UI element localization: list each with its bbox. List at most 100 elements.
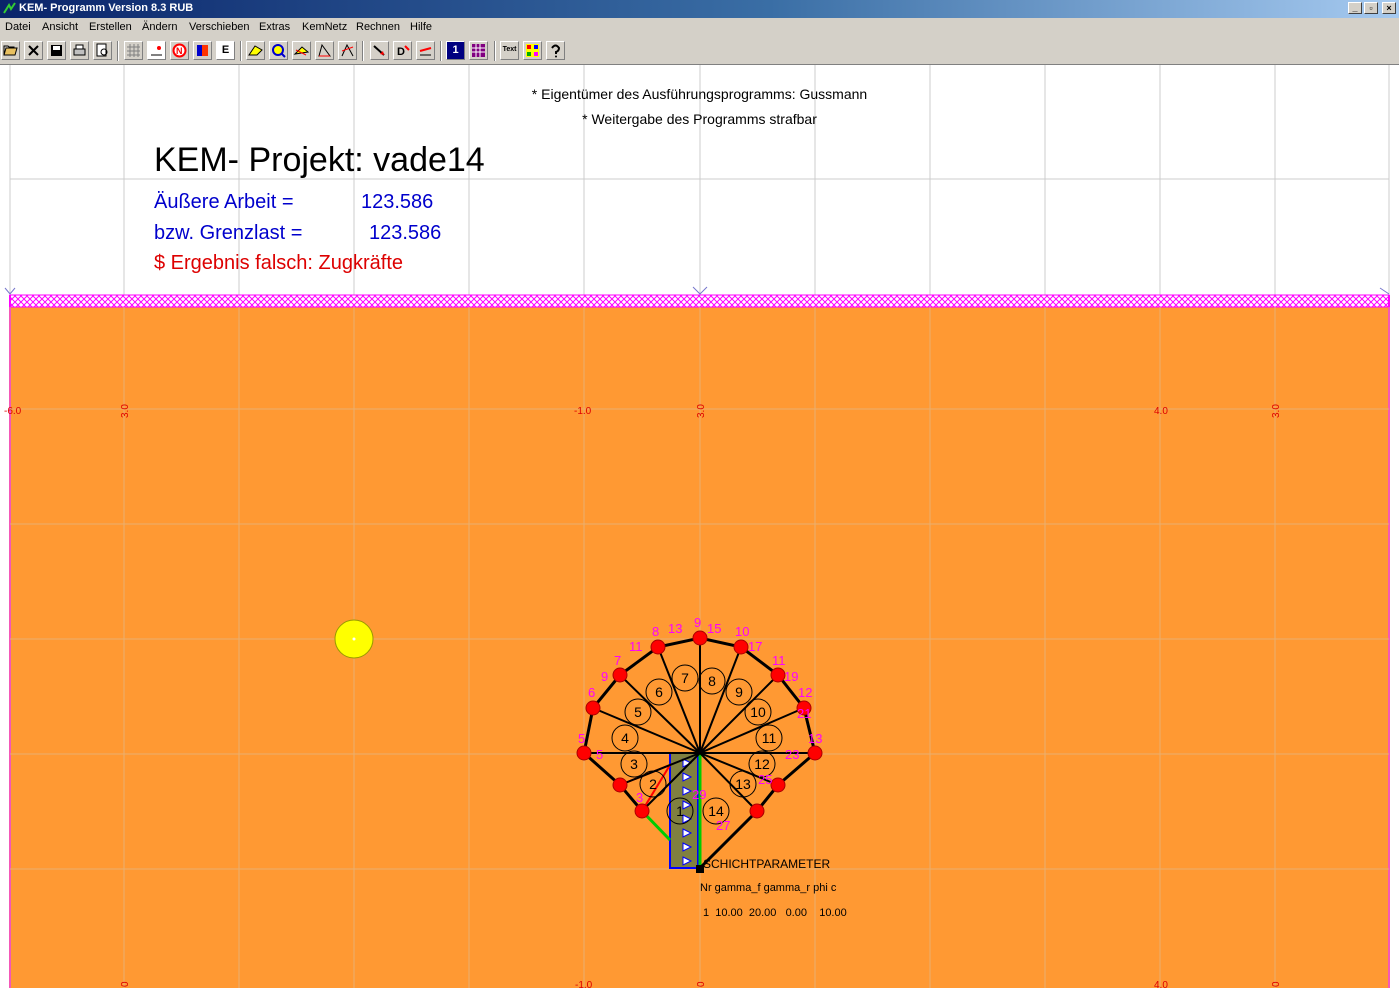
- grid-icon[interactable]: [124, 41, 143, 60]
- drawing-canvas[interactable]: -6.0 3.0 -1.0 3.0 4.0 3.0 0 -1.0 0 4.0 0…: [0, 65, 1399, 988]
- node-label: 19: [784, 669, 798, 684]
- vector-icon[interactable]: [416, 41, 435, 60]
- limit-load-value: 123.586: [369, 222, 442, 244]
- d-icon[interactable]: D: [393, 41, 412, 60]
- node-number-icon[interactable]: N: [170, 41, 189, 60]
- surface-hatch: [9, 294, 1390, 308]
- node-label: 9: [601, 669, 608, 684]
- body-number: 2: [649, 776, 657, 792]
- axis-label: -6.0: [4, 406, 22, 417]
- toolbar-separator: [240, 41, 242, 61]
- menu-ansicht[interactable]: Ansicht: [42, 21, 78, 33]
- error-message: $ Ergebnis falsch: Zugkräfte: [154, 252, 404, 274]
- polygon-icon[interactable]: [246, 41, 265, 60]
- node-label: 8: [652, 624, 659, 639]
- project-title: KEM- Projekt: vade14: [154, 141, 485, 179]
- axis-label: 3.0: [696, 404, 707, 418]
- body-number: 4: [621, 730, 629, 746]
- external-work-label: Äußere Arbeit =: [154, 191, 294, 213]
- node-label: 12: [798, 685, 812, 700]
- axis-label: -1.0: [575, 980, 593, 988]
- body-number: 11: [762, 730, 777, 746]
- mechanism-node: [650, 639, 666, 655]
- text-icon[interactable]: Text: [500, 41, 519, 60]
- help-icon[interactable]: [546, 41, 565, 60]
- node-label: 9: [694, 615, 701, 630]
- save-icon[interactable]: [47, 41, 66, 60]
- axis-label: -1.0: [574, 406, 592, 417]
- menu-hilfe[interactable]: Hilfe: [410, 21, 432, 33]
- axis-label: 0: [696, 981, 707, 987]
- menu-erstellen[interactable]: Erstellen: [89, 21, 132, 33]
- node-label: 15: [707, 621, 721, 636]
- zoom-icon[interactable]: [269, 41, 288, 60]
- mechanism-node: [634, 803, 650, 819]
- print-icon[interactable]: [70, 41, 89, 60]
- menu-datei[interactable]: Datei: [5, 21, 31, 33]
- toolbar-separator: [362, 41, 364, 61]
- menu-aendern[interactable]: Ändern: [142, 21, 177, 33]
- external-work-row: Äußere Arbeit = 123.586: [154, 191, 433, 214]
- layer-icon[interactable]: [193, 41, 212, 60]
- mechanism-node: [585, 700, 601, 716]
- node-icon[interactable]: [147, 41, 166, 60]
- node-label: 17: [748, 639, 762, 654]
- close-button[interactable]: ×: [1382, 2, 1396, 14]
- matrix-icon[interactable]: [469, 41, 488, 60]
- limit-load-row: bzw. Grenzlast = 123.586: [154, 222, 441, 245]
- angle-icon[interactable]: [315, 41, 334, 60]
- body-number: 12: [754, 756, 770, 772]
- mechanism-node: [770, 777, 786, 793]
- body-number: 3: [630, 756, 638, 772]
- node-label: 5: [596, 747, 603, 762]
- e-icon[interactable]: E: [216, 41, 235, 60]
- node-label: 7: [614, 653, 621, 668]
- mechanism-node: [612, 667, 628, 683]
- limit-load-label: bzw. Grenzlast =: [154, 222, 303, 244]
- axis-label: 3.0: [1271, 404, 1282, 418]
- node-label: 6: [588, 685, 595, 700]
- node-label: 27: [716, 818, 730, 833]
- menu-extras[interactable]: Extras: [259, 21, 290, 33]
- body-number: 5: [634, 704, 642, 720]
- print-preview-icon[interactable]: [93, 41, 112, 60]
- axis-label: 3.0: [120, 404, 131, 418]
- node-label: 13: [668, 621, 682, 636]
- node-label: 10: [735, 624, 749, 639]
- body-number: 8: [708, 673, 716, 689]
- color-icon[interactable]: [523, 41, 542, 60]
- toolbar-separator: [440, 41, 442, 61]
- body-number: 13: [735, 776, 751, 792]
- open-icon[interactable]: [1, 41, 20, 60]
- mechanism-node: [749, 803, 765, 819]
- node-label: 3: [636, 790, 643, 805]
- node-label: 23: [785, 747, 799, 762]
- body-number: 6: [655, 684, 663, 700]
- toolbar: N E D 1 Text: [0, 37, 1399, 65]
- layer-table-heading: SCHICHTPARAMETER: [703, 857, 831, 871]
- body-number: 7: [681, 670, 689, 686]
- move-icon[interactable]: [292, 41, 311, 60]
- body-number: 14: [708, 803, 724, 819]
- mirror-icon[interactable]: [338, 41, 357, 60]
- node-label: 21: [797, 706, 811, 721]
- app-icon: [3, 2, 16, 14]
- number-1-icon[interactable]: 1: [446, 41, 465, 60]
- menu-kemnetz[interactable]: KemNetz: [302, 21, 347, 33]
- layer-table-columns: Nr gamma_f gamma_r phi c: [700, 882, 837, 894]
- menu-verschieben[interactable]: Verschieben: [189, 21, 250, 33]
- mechanism-node: [807, 745, 823, 761]
- menu-rechnen[interactable]: Rechnen: [356, 21, 400, 33]
- mechanism-node: [770, 667, 786, 683]
- title-bar: KEM- Programm Version 8.3 RUB _ ▫ ×: [0, 0, 1399, 18]
- window-title: KEM- Programm Version 8.3 RUB: [19, 2, 194, 14]
- arrow-load-icon[interactable]: [370, 41, 389, 60]
- close-icon[interactable]: [24, 41, 43, 60]
- body-number: 1: [676, 803, 684, 819]
- layer-table-row: 1 10.00 20.00 0.00 10.00: [703, 907, 847, 919]
- minimize-button[interactable]: _: [1348, 2, 1362, 14]
- restore-button[interactable]: ▫: [1364, 2, 1378, 14]
- toolbar-separator: [494, 41, 496, 61]
- mechanism-node: [733, 639, 749, 655]
- axis-label: 0: [120, 981, 131, 987]
